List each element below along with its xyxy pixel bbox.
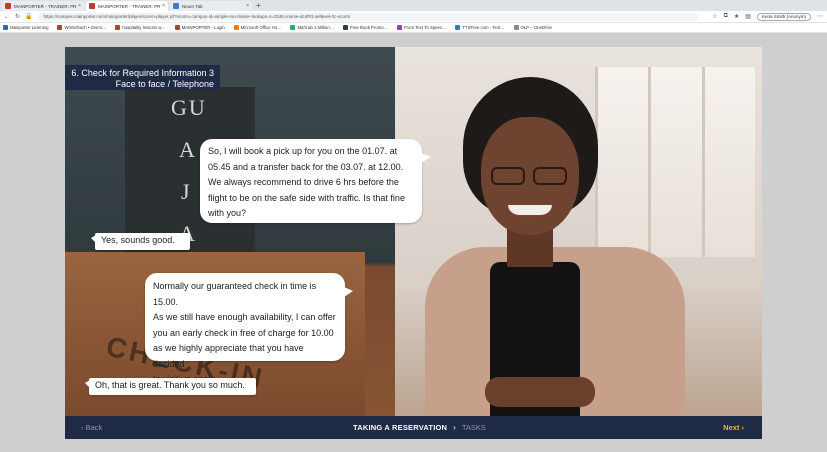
- agent-speech-bubble-1: So, I will book a pick up for you on the…: [200, 139, 431, 223]
- bubble-line: with you?: [208, 208, 247, 218]
- bookmark-icon: [290, 25, 296, 30]
- bookmark-label: Mahl ab 1 Million…: [297, 25, 335, 30]
- bookmark-item[interactable]: TTSFree.com - Text…: [455, 25, 505, 30]
- close-icon[interactable]: ×: [78, 3, 81, 9]
- bookmark-icon: [57, 25, 63, 30]
- bookmark-icon: [3, 25, 8, 30]
- bookmark-icon: [397, 25, 402, 30]
- bookmark-item[interactable]: Microsoft Office Ho…: [233, 25, 282, 30]
- bookmark-label: hospitality lessons w…: [122, 25, 166, 30]
- back-button[interactable]: ‹ Back: [81, 423, 102, 432]
- bookmark-label: Mainporter Learning: [10, 25, 49, 30]
- bubble-line: So, I will book a pick up for you on the…: [208, 146, 398, 156]
- back-arrow-icon[interactable]: ←: [4, 14, 10, 20]
- bubble-line: flight to be on the safe side with traff…: [208, 192, 405, 203]
- progress-breadcrumb: TAKING A RESERVATION › TASKS: [353, 423, 486, 432]
- close-icon[interactable]: ×: [162, 3, 165, 9]
- bookmark-icon: [343, 25, 349, 30]
- next-button[interactable]: Next ›: [723, 423, 744, 432]
- tab-label: Neuer Tab: [182, 3, 203, 9]
- smile: [508, 205, 552, 217]
- bubble-line: Normally our guaranteed check in time is…: [153, 281, 317, 307]
- bookmark-icon: [455, 25, 461, 30]
- new-tab-button[interactable]: +: [256, 1, 261, 11]
- bookmark-item[interactable]: Mainporter Learning: [3, 25, 48, 30]
- sign-letters: GU: [171, 95, 207, 120]
- bookmark-item[interactable]: Wörterbuch • Overs…: [57, 25, 106, 30]
- chevron-right-icon: ›: [453, 423, 456, 432]
- reload-icon[interactable]: ↻: [15, 13, 20, 20]
- guest-speech-bubble-1: Yes, sounds good.: [91, 233, 190, 250]
- bookmark-icon: [174, 25, 180, 30]
- bubble-line: you an early check in free of charge for…: [153, 327, 334, 338]
- next-step-label[interactable]: TASKS: [462, 423, 486, 432]
- new-tab-icon: [173, 3, 179, 9]
- bookmarks-bar: Mainporter Learning Wörterbuch • Overs… …: [0, 23, 827, 33]
- tab-label: MAINPORTER - TRAINER: PROK: [98, 3, 161, 9]
- close-icon[interactable]: ×: [246, 3, 249, 9]
- profile-button[interactable]: Kena Smith (Anonym): [756, 12, 811, 21]
- bookmark-label: MAINPORTER - Login: [181, 25, 225, 30]
- url-field[interactable]: https://campus.mainporter.com/mainporter…: [37, 12, 699, 21]
- slide-title: 6. Check for Required Information 3: [71, 68, 214, 78]
- bookmark-icon: [233, 25, 239, 30]
- extensions-icon[interactable]: ⧉: [724, 13, 728, 20]
- receptionist-image: [425, 77, 685, 439]
- bubble-line: 05.45 and a transfer back for the 03.07.…: [208, 161, 404, 172]
- tab-label: MAINPORTER - TRAINER: PROK: [14, 3, 77, 9]
- bookmark-item[interactable]: From Text To Speec…: [397, 25, 446, 30]
- bubble-line: As we still have enough availability, I …: [153, 312, 336, 322]
- bookmark-item[interactable]: MAINPORTER - Login: [174, 25, 225, 30]
- star-icon[interactable]: ☆: [712, 13, 717, 20]
- agent-speech-bubble-2: Normally our guaranteed check in time is…: [145, 273, 353, 384]
- slide-heading: 6. Check for Required Information 3 Face…: [65, 65, 220, 90]
- more-icon[interactable]: ⋯: [817, 13, 823, 20]
- sign-letters: A: [179, 137, 197, 162]
- bookmark-label: OLP – OneDrive: [520, 25, 552, 30]
- bubble-line: We always recommend to drive 6 hrs befor…: [208, 177, 399, 187]
- bookmark-icon: [115, 25, 121, 30]
- lock-icon[interactable]: 🔒: [25, 13, 32, 20]
- bookmark-icon: [513, 25, 519, 30]
- shirt: [490, 262, 580, 439]
- m-logo-icon: [89, 3, 95, 9]
- guest-speech-bubble-2: Oh, that is great. Thank you so much.: [85, 378, 256, 395]
- slide-subtitle: Face to face / Telephone: [115, 78, 214, 89]
- hands: [485, 377, 595, 407]
- browser-tab-2[interactable]: MAINPORTER - TRAINER: PROK ×: [86, 1, 168, 11]
- browser-tab-1[interactable]: MAINPORTER - TRAINER: PROK ×: [2, 1, 84, 11]
- bookmark-label: From Text To Speec…: [404, 25, 447, 30]
- bookmark-label: Wörterbuch • Overs…: [64, 25, 107, 30]
- glasses: [491, 167, 571, 187]
- favorites-icon[interactable]: ★: [734, 13, 739, 20]
- bookmark-label: TTSFree.com - Text…: [462, 25, 505, 30]
- m-logo-icon: [5, 3, 11, 9]
- bookmark-label: Microsoft Office Ho…: [240, 25, 282, 30]
- bookmark-item[interactable]: OLP – OneDrive: [513, 25, 552, 30]
- current-step-label: TAKING A RESERVATION: [353, 423, 448, 432]
- collections-icon[interactable]: ▤: [745, 13, 751, 20]
- bookmark-item[interactable]: Free Book Promo…: [343, 25, 388, 30]
- bookmark-item[interactable]: hospitality lessons w…: [115, 25, 166, 30]
- bookmark-item[interactable]: Mahl ab 1 Million…: [290, 25, 334, 30]
- bubble-line: as we highly appreciate that you have de…: [153, 343, 304, 369]
- lesson-footer-nav: ‹ Back TAKING A RESERVATION › TASKS Next…: [65, 416, 762, 439]
- browser-tab-3[interactable]: Neuer Tab ×: [170, 1, 252, 11]
- sign-letters: J: [181, 179, 192, 204]
- browser-tab-bar: MAINPORTER - TRAINER: PROK × MAINPORTER …: [0, 0, 827, 11]
- bookmark-label: Free Book Promo…: [350, 25, 388, 30]
- lesson-stage: GU A J A CHECK-IN 6. Check for Required …: [65, 47, 762, 439]
- address-bar: ← ↻ 🔒 https://campus.mainporter.com/main…: [0, 11, 827, 23]
